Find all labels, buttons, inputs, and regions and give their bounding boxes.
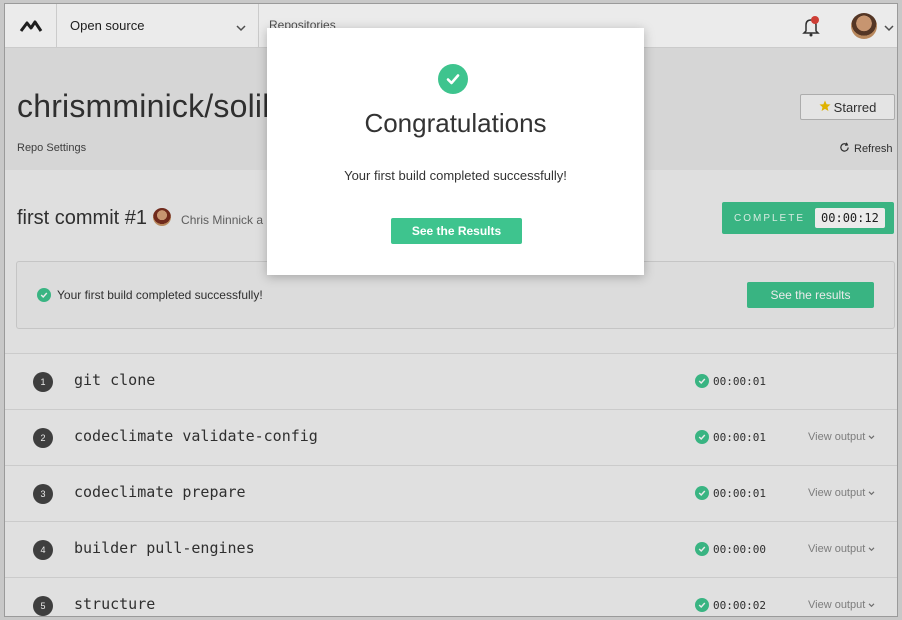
app-window: Open source Repositories chrismminick/so… — [4, 3, 898, 617]
congratulations-modal: Congratulations Your first build complet… — [267, 28, 644, 275]
check-circle-icon — [438, 64, 468, 94]
modal-heading: Congratulations — [364, 108, 547, 138]
modal-see-results-button[interactable]: See the Results — [391, 218, 522, 244]
modal-message: Your first build completed successfully! — [344, 168, 567, 183]
